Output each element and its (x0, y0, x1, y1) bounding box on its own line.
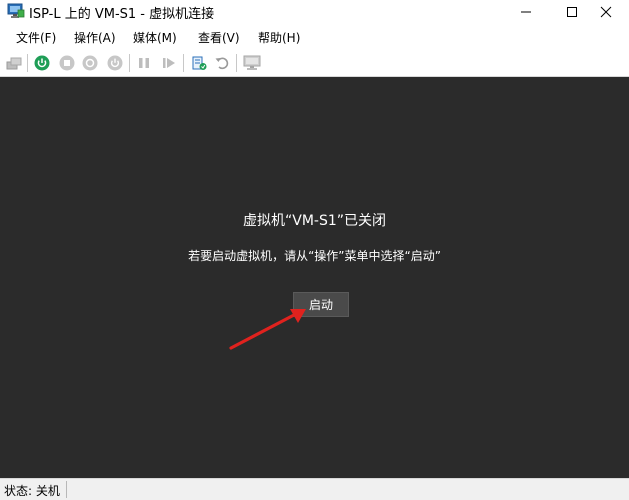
shut-down-button[interactable] (81, 54, 99, 72)
toolbar-separator (236, 54, 237, 72)
menu-bar: 文件(F) 操作(A) 媒体(M) 查看(V) 帮助(H) (0, 26, 629, 48)
toolbar-separator (183, 54, 184, 72)
menu-file[interactable]: 文件(F) (16, 29, 56, 46)
turn-off-button[interactable] (58, 54, 76, 72)
window-title: ISP-L 上的 VM-S1 - 虚拟机连接 (29, 7, 215, 22)
reset-button[interactable] (160, 54, 178, 72)
start-button-toolbar[interactable] (33, 54, 51, 72)
checkpoint-icon (192, 56, 207, 70)
toolbar-separator (27, 54, 28, 72)
status-separator (66, 481, 67, 498)
status-bar: 状态: 关机 (0, 478, 629, 500)
menu-media[interactable]: 媒体(M) (133, 29, 177, 46)
start-icon (34, 55, 50, 71)
annotation-arrow-icon (229, 309, 306, 350)
toolbar (0, 50, 629, 77)
revert-button[interactable] (213, 54, 231, 72)
revert-icon (215, 57, 229, 70)
close-button[interactable] (583, 0, 629, 24)
reset-icon (163, 58, 175, 68)
pause-button[interactable] (135, 54, 153, 72)
toolbar-separator (129, 54, 130, 72)
minimize-button[interactable] (503, 0, 549, 24)
save-button[interactable] (106, 54, 124, 72)
menu-view[interactable]: 查看(V) (198, 29, 240, 46)
close-icon (600, 6, 612, 18)
pause-icon (139, 58, 149, 68)
enhanced-session-icon (243, 55, 261, 70)
menu-help[interactable]: 帮助(H) (258, 29, 300, 46)
checkpoint-button[interactable] (190, 54, 208, 72)
turn-off-icon (59, 55, 75, 71)
vm-status-title: 虚拟机“VM-S1”已关闭 (242, 213, 386, 229)
vm-connect-icon (7, 3, 25, 19)
vm-console[interactable]: 虚拟机“VM-S1”已关闭 若要启动虚拟机，请从“操作”菜单中选择“启动” 启动 (0, 77, 629, 478)
maximize-icon (567, 7, 577, 17)
title-bar: ISP-L 上的 VM-S1 - 虚拟机连接 (0, 0, 629, 24)
ctrl-alt-del-button[interactable] (5, 54, 23, 72)
shut-down-icon (82, 55, 98, 71)
vm-connection-window: ISP-L 上的 VM-S1 - 虚拟机连接 文件(F) 操作(A) 媒体(M)… (0, 0, 629, 500)
vm-status-hint: 若要启动虚拟机，请从“操作”菜单中选择“启动” (188, 249, 441, 263)
status-text: 状态: 关机 (4, 484, 60, 498)
menu-action[interactable]: 操作(A) (74, 29, 116, 46)
enhanced-session-button[interactable] (243, 54, 261, 72)
minimize-icon (521, 11, 531, 13)
save-icon (107, 55, 123, 71)
ctrl-alt-del-icon (6, 57, 22, 70)
